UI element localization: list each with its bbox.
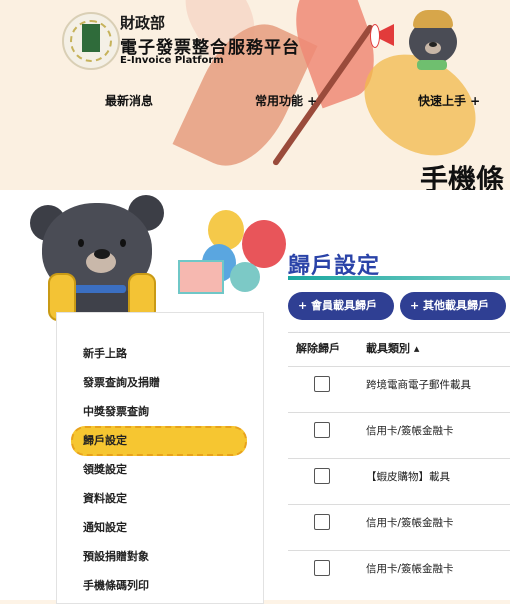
add-member-carrier-button[interactable]: + 會員載具歸戶 bbox=[288, 292, 394, 320]
table-cell-carrier: 信用卡/簽帳金融卡 bbox=[366, 563, 454, 575]
ministry-logo[interactable] bbox=[62, 12, 120, 70]
unbind-checkbox[interactable] bbox=[314, 560, 330, 576]
table-cell-carrier: 【蝦皮購物】載具 bbox=[366, 471, 450, 483]
carrier-table: 解除歸戶 載具類別 ▴ 跨境電商電子郵件載具 信用卡/簽帳金融卡 【蝦皮購物】載… bbox=[288, 332, 510, 600]
unbind-checkbox[interactable] bbox=[314, 376, 330, 392]
table-row-divider bbox=[288, 504, 510, 505]
table-cell-carrier: 信用卡/簽帳金融卡 bbox=[366, 425, 454, 437]
page-title: 手機條 bbox=[420, 163, 505, 190]
header-carrier-type-sort[interactable]: 載具類別 ▴ bbox=[366, 332, 419, 366]
gift-box-icon bbox=[178, 260, 224, 294]
sidebar-item-data-settings[interactable]: 資料設定 bbox=[83, 490, 127, 506]
nav-latest-news[interactable]: 最新消息 bbox=[105, 92, 153, 109]
table-row-divider bbox=[288, 550, 510, 551]
site-header: 財政部 電子發票整合服務平台 E-Invoice Platform 最新消息 常… bbox=[0, 0, 510, 190]
sidebar-item-carrier-settings[interactable]: 歸戶設定 bbox=[83, 432, 127, 448]
table-row-divider bbox=[288, 412, 510, 413]
nav-quick-start[interactable]: 快速上手 + bbox=[418, 92, 480, 109]
sidebar-item-default-donation[interactable]: 預設捐贈對象 bbox=[83, 548, 149, 564]
sidebar-item-prize-settings[interactable]: 領獎設定 bbox=[83, 461, 127, 477]
sidebar-item-winning-query[interactable]: 中獎發票查詢 bbox=[83, 403, 149, 419]
nav-common-functions[interactable]: 常用功能 + bbox=[255, 92, 317, 109]
ministry-name: 財政部 bbox=[120, 14, 166, 32]
table-row-divider bbox=[288, 458, 510, 459]
table-border bbox=[288, 366, 510, 367]
mascot-bear-icon bbox=[395, 8, 467, 72]
mascot-bear bbox=[28, 195, 164, 331]
sidebar-item-beginner[interactable]: 新手上路 bbox=[83, 345, 127, 361]
sidebar-item-barcode-print[interactable]: 手機條碼列印 bbox=[83, 577, 149, 593]
unbind-checkbox[interactable] bbox=[314, 422, 330, 438]
add-other-carrier-button[interactable]: + 其他載具歸戶 bbox=[400, 292, 506, 320]
platform-name-en: E-Invoice Platform bbox=[120, 55, 224, 66]
table-cell-carrier: 信用卡/簽帳金融卡 bbox=[366, 517, 454, 529]
unbind-checkbox[interactable] bbox=[314, 468, 330, 484]
header-unbind: 解除歸戶 bbox=[296, 342, 340, 355]
sidebar-item-invoice-query[interactable]: 發票查詢及捐贈 bbox=[83, 374, 160, 390]
sidebar-item-notify-settings[interactable]: 通知設定 bbox=[83, 519, 127, 535]
table-cell-carrier: 跨境電商電子郵件載具 bbox=[366, 379, 471, 391]
unbind-checkbox[interactable] bbox=[314, 514, 330, 530]
logo-building-icon bbox=[82, 24, 100, 52]
section-divider bbox=[288, 276, 510, 280]
sidebar-menu: 新手上路 發票查詢及捐贈 中獎發票查詢 歸戶設定 領獎設定 資料設定 通知設定 … bbox=[56, 312, 264, 604]
